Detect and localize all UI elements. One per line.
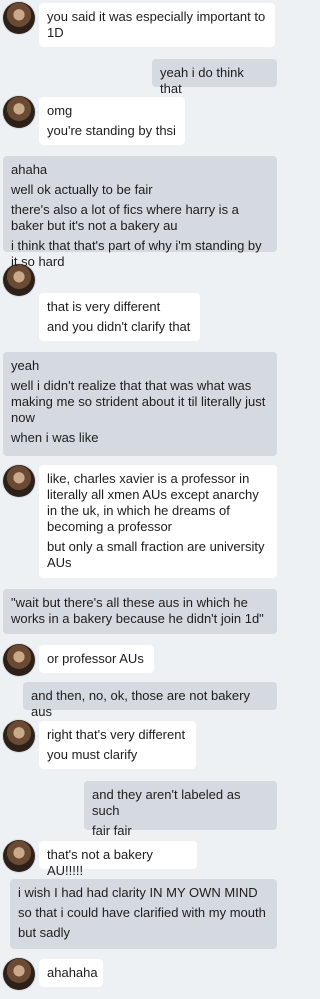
message-bubble-incoming[interactable]: ahahaha xyxy=(39,959,103,987)
message-text: fair fair xyxy=(92,823,132,838)
message-text: or professor AUs xyxy=(47,651,144,666)
message-text: "wait but there's all these aus in which… xyxy=(11,595,264,626)
message-bubble-outgoing[interactable]: i wish I had had clarity IN MY OWN MIND … xyxy=(10,879,277,949)
message-bubble-incoming[interactable]: that's not a bakery AU!!!!! xyxy=(39,841,197,878)
message-text: yeah xyxy=(11,358,40,373)
message-bubble-outgoing[interactable]: "wait but there's all these aus in which… xyxy=(3,589,277,634)
message-text: that is very different xyxy=(47,299,161,314)
message-text: well i didn't realize that that was what… xyxy=(11,378,266,425)
message-bubble-incoming[interactable]: right that's very different you must cla… xyxy=(39,721,196,769)
message-bubble-outgoing[interactable]: yeah well i didn't realize that that was… xyxy=(3,352,277,456)
message-bubble-outgoing[interactable]: and then, no, ok, those are not bakery a… xyxy=(23,682,277,719)
message-bubble-incoming[interactable]: like, charles xavier is a professor in l… xyxy=(39,465,277,578)
message-text: i think that that's part of why i'm stan… xyxy=(11,238,262,269)
contact-avatar[interactable] xyxy=(3,958,35,990)
message-text: and you didn't clarify that xyxy=(47,319,191,334)
message-text: yeah i do think that xyxy=(160,65,244,96)
message-bubble-outgoing[interactable]: and they aren't labeled as such fair fai… xyxy=(84,781,277,838)
message-bubble-outgoing[interactable]: ahaha well ok actually to be fair there'… xyxy=(3,156,277,269)
message-text: and then, no, ok, those are not bakery a… xyxy=(31,688,250,719)
message-text: but sadly xyxy=(18,925,71,940)
message-text: that's not a bakery AU!!!!! xyxy=(47,847,153,878)
message-text: i wish I had had clarity IN MY OWN MIND xyxy=(18,885,258,900)
message-text: there's also a lot of fics where harry i… xyxy=(11,202,239,233)
message-text: when i was like xyxy=(11,430,99,445)
message-bubble-incoming[interactable]: you said it was especially important to … xyxy=(39,3,275,47)
contact-avatar[interactable] xyxy=(3,644,35,676)
message-text: so that i could have clarified with my m… xyxy=(18,905,266,920)
contact-avatar[interactable] xyxy=(3,720,35,752)
message-bubble-incoming[interactable]: that is very different and you didn't cl… xyxy=(39,293,200,341)
message-text: well ok actually to be fair xyxy=(11,182,153,197)
message-bubble-outgoing[interactable]: yeah i do think that xyxy=(152,59,277,96)
message-text: you must clarify xyxy=(47,747,138,762)
contact-avatar[interactable] xyxy=(3,840,35,872)
contact-avatar[interactable] xyxy=(3,96,35,128)
contact-avatar[interactable] xyxy=(3,465,35,497)
message-text: ahahaha xyxy=(47,965,98,980)
message-text: ahaha xyxy=(11,162,48,177)
message-text: right that's very different xyxy=(47,727,186,742)
message-text: but only a small fraction are university… xyxy=(47,539,265,570)
message-text: you're standing by thsi xyxy=(47,123,176,138)
message-bubble-incoming[interactable]: omg you're standing by thsi xyxy=(39,97,185,145)
message-text: and they aren't labeled as such xyxy=(92,787,241,818)
message-text: you said it was especially important to … xyxy=(47,9,266,40)
contact-avatar[interactable] xyxy=(3,2,35,34)
message-text: omg xyxy=(47,103,73,118)
message-text: like, charles xavier is a professor in l… xyxy=(47,471,259,534)
message-bubble-incoming[interactable]: or professor AUs xyxy=(39,645,154,673)
